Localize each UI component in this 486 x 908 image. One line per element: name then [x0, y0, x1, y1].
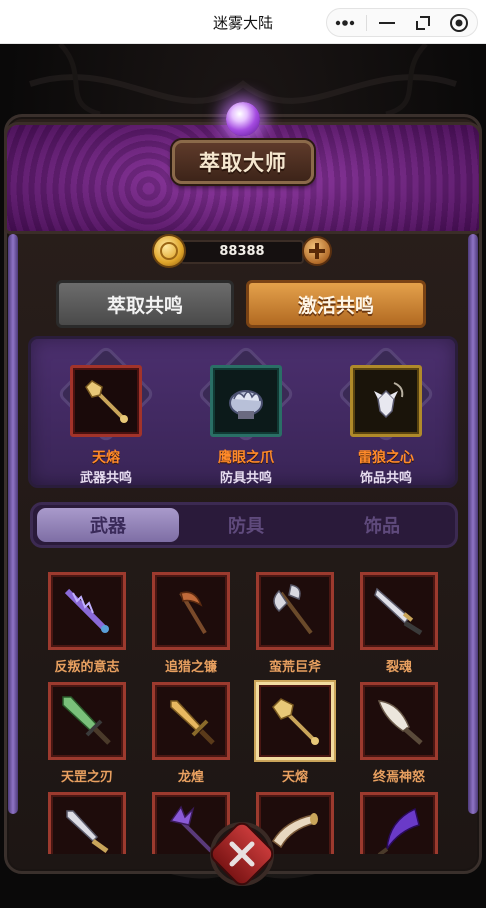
feather-blade-icon	[377, 700, 423, 745]
golden-dagger-icon	[170, 700, 215, 745]
page-title: 萃取大师	[199, 151, 287, 175]
green-sword-icon	[62, 696, 111, 745]
resonance-weapon[interactable]: 天熔 武器共鸣	[51, 339, 161, 489]
short-sword-icon	[66, 810, 109, 854]
add-currency-button[interactable]	[302, 236, 332, 266]
minimize-icon[interactable]	[372, 12, 402, 34]
window-controls	[326, 8, 478, 37]
resonance-armor[interactable]: 鹰眼之爪 防具共鸣	[191, 339, 301, 489]
tab-accessories[interactable]: 饰品	[311, 508, 453, 542]
item-cell[interactable]: 裂魂	[340, 558, 444, 675]
more-icon[interactable]	[330, 12, 360, 34]
resonance-slot[interactable]	[350, 365, 422, 437]
item-cell[interactable]: 追猎之镰	[132, 558, 236, 675]
item-slot[interactable]	[256, 572, 334, 650]
battle-axe-icon	[273, 584, 313, 635]
purple-crescent-blade-icon	[377, 807, 420, 854]
resonance-name: 雷狼之心	[358, 450, 414, 466]
item-slot[interactable]	[152, 572, 230, 650]
item-cell[interactable]: 天罡之刃	[28, 668, 132, 785]
title-bar: 迷雾大陆	[0, 0, 486, 44]
item-cell[interactable]: 反叛的意志	[28, 558, 132, 675]
frame-rail-left	[8, 234, 18, 814]
item-slot[interactable]	[256, 682, 334, 760]
resonance-category: 饰品共鸣	[359, 471, 412, 486]
tab-activate-resonance[interactable]: 激活共鸣	[246, 280, 426, 328]
plus-icon	[309, 243, 325, 259]
scythe-icon	[179, 591, 207, 635]
magic-orb-icon	[226, 102, 260, 136]
horn-icon	[272, 813, 318, 849]
item-grid: 反叛的意志 追猎之镰 蛮荒巨斧 裂魂 天罡之刃 龙煌 天熔 终焉神怒	[28, 558, 458, 854]
item-slot[interactable]	[360, 682, 438, 760]
tab-weapons[interactable]: 武器	[37, 508, 179, 542]
gauntlet-icon	[229, 390, 263, 419]
restore-icon[interactable]	[408, 12, 438, 34]
purple-spike-sword-icon	[64, 588, 109, 633]
item-slot[interactable]	[360, 572, 438, 650]
wolf-amulet-icon	[374, 382, 404, 419]
item-cell[interactable]: 龙煌	[132, 668, 236, 785]
resonance-slot[interactable]	[210, 365, 282, 437]
divider	[365, 14, 367, 31]
gold-coin-icon	[152, 234, 186, 268]
tab-extract-resonance[interactable]: 萃取共鸣	[56, 280, 234, 328]
cleaver-sword-icon	[374, 587, 423, 636]
resonance-name: 鹰眼之爪	[218, 450, 274, 466]
resonance-category: 防具共鸣	[219, 471, 272, 486]
close-button[interactable]	[206, 818, 278, 890]
tab-armor[interactable]: 防具	[175, 508, 317, 542]
currency-amount: 88388	[180, 240, 304, 264]
item-slot[interactable]	[48, 682, 126, 760]
item-cell[interactable]	[28, 778, 132, 854]
item-slot[interactable]	[48, 792, 126, 854]
close-circle-icon[interactable]	[444, 12, 474, 34]
mace-icon	[85, 380, 128, 423]
title-plate: 萃取大师	[172, 140, 314, 184]
mace-icon	[272, 698, 319, 745]
item-cell[interactable]: 蛮荒巨斧	[236, 558, 340, 675]
item-slot[interactable]	[48, 572, 126, 650]
resonance-name: 天熔	[92, 450, 120, 466]
game-stage: 萃取大师 88388 萃取共鸣 激活共鸣 天熔 武器共鸣 鹰眼之爪 防具共鸣 雷…	[0, 44, 486, 908]
item-slot[interactable]	[360, 792, 438, 854]
item-cell[interactable]: 终焉神怒	[340, 668, 444, 785]
resonance-accessory[interactable]: 雷狼之心 饰品共鸣	[331, 339, 441, 489]
resonance-slot[interactable]	[70, 365, 142, 437]
item-slot[interactable]	[152, 682, 230, 760]
category-tabs: 武器 防具 饰品	[30, 502, 458, 548]
item-cell[interactable]	[340, 778, 444, 854]
resonance-panel: 天熔 武器共鸣 鹰眼之爪 防具共鸣 雷狼之心 饰品共鸣	[28, 336, 458, 488]
resonance-category: 武器共鸣	[79, 471, 132, 486]
currency-bar: 88388	[152, 234, 332, 268]
frame-rail-right	[468, 234, 478, 814]
item-cell-selected[interactable]: 天熔	[236, 668, 340, 785]
close-x-icon	[229, 841, 255, 867]
